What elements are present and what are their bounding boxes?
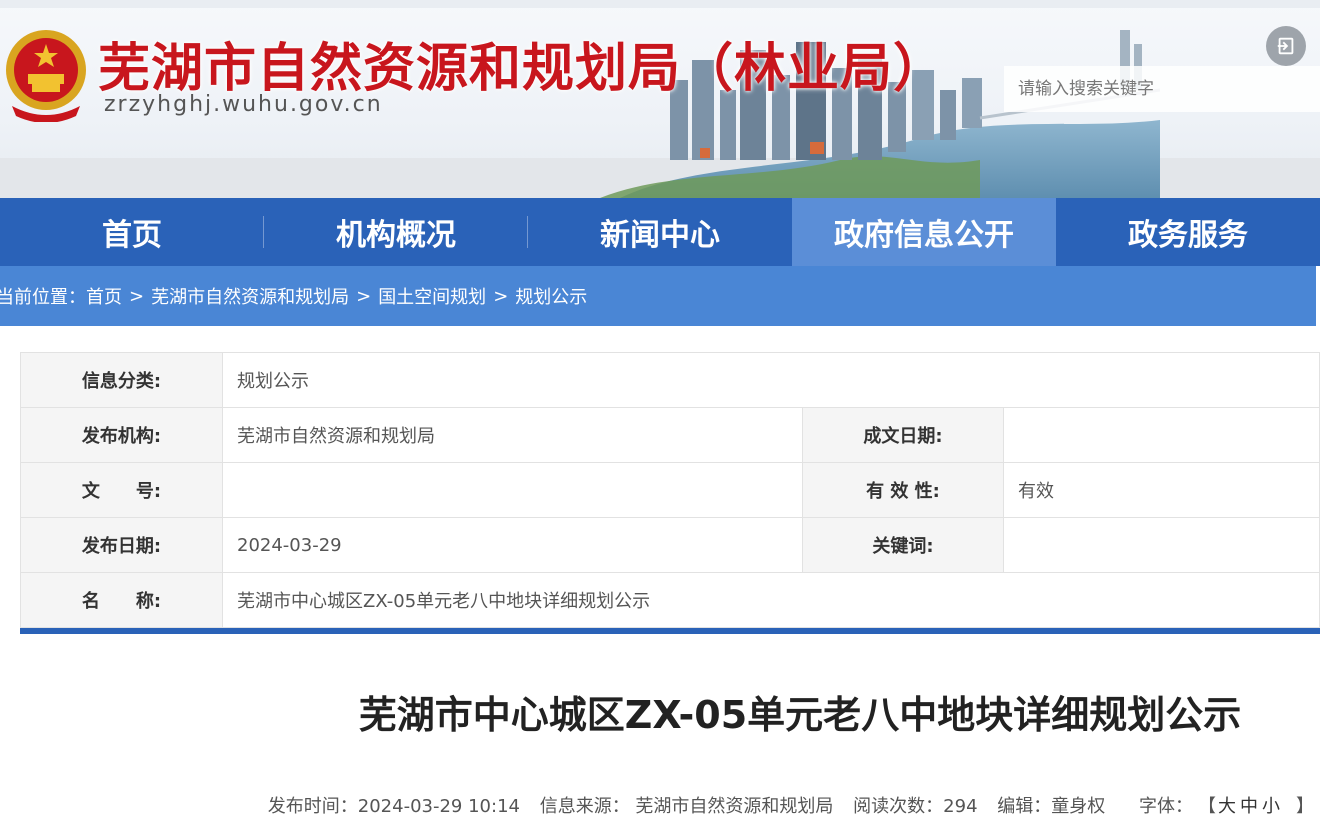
keywords-value xyxy=(1003,517,1320,573)
site-url: zrzyhghj.wuhu.gov.cn xyxy=(104,92,383,117)
nav-item-news[interactable]: 新闻中心 xyxy=(528,198,792,266)
table-row: 名 称: 芜湖市中心城区ZX-05单元老八中地块详细规划公示 xyxy=(20,572,1320,628)
nav-item-label: 新闻中心 xyxy=(600,218,720,253)
table-row: 发布机构: 芜湖市自然资源和规划局 成文日期: xyxy=(20,407,1320,463)
breadcrumb-link-bureau[interactable]: 芜湖市自然资源和规划局 xyxy=(151,283,349,309)
publisher-value: 芜湖市自然资源和规划局 xyxy=(222,407,803,463)
breadcrumb-separator: > xyxy=(493,285,509,307)
doc-number-label: 文 号: xyxy=(20,462,223,518)
site-header: 芜湖市自然资源和规划局（林业局） zrzyhghj.wuhu.gov.cn xyxy=(0,0,1320,198)
doc-number-value xyxy=(222,462,803,518)
breadcrumb-separator: > xyxy=(356,285,372,307)
info-table: 信息分类: 规划公示 发布机构: 芜湖市自然资源和规划局 成文日期: 文 号: … xyxy=(20,352,1320,628)
publish-time: 发布时间：2024-03-29 10:14 xyxy=(267,796,520,817)
validity-value: 有效 xyxy=(1003,462,1320,518)
exit-button[interactable] xyxy=(1266,26,1306,66)
publish-date-value: 2024-03-29 xyxy=(222,517,803,573)
font-size-label: 字体： xyxy=(1139,796,1193,817)
nav-item-label: 机构概况 xyxy=(336,218,456,253)
nav-item-home[interactable]: 首页 xyxy=(0,198,264,266)
editor: 编辑：童身权 xyxy=(997,796,1106,817)
info-table-divider xyxy=(20,628,1320,634)
article-title: 芜湖市中心城区ZX-05单元老八中地块详细规划公示 xyxy=(358,693,1242,737)
breadcrumb-link-planning[interactable]: 国土空间规划 xyxy=(378,283,486,309)
table-row: 文 号: 有 效 性: 有效 xyxy=(20,462,1320,518)
category-label: 信息分类: xyxy=(20,352,223,408)
nav-item-organization[interactable]: 机构概况 xyxy=(264,198,528,266)
site-title: 芜湖市自然资源和规划局（林业局） xyxy=(98,39,947,99)
nav-item-gov-info[interactable]: 政府信息公开 xyxy=(792,198,1056,266)
name-value: 芜湖市中心城区ZX-05单元老八中地块详细规划公示 xyxy=(222,572,1320,628)
breadcrumb-prefix: 当前位置： xyxy=(0,287,86,308)
top-strip xyxy=(0,0,1320,8)
name-label: 名 称: xyxy=(20,572,223,628)
main-nav: 首页 机构概况 新闻中心 政府信息公开 政务服务 xyxy=(0,198,1320,266)
search-input[interactable] xyxy=(1004,66,1320,112)
font-size-small-link[interactable]: 小 xyxy=(1262,796,1280,817)
article-meta: 发布时间：2024-03-29 10:14 信息来源： 芜湖市自然资源和规划局 … xyxy=(0,792,1320,818)
exit-icon xyxy=(1277,37,1294,55)
font-bracket-close: 】 xyxy=(1296,796,1314,817)
table-row: 信息分类: 规划公示 xyxy=(20,352,1320,408)
keywords-label: 关键词: xyxy=(802,517,1004,573)
category-value: 规划公示 xyxy=(222,352,1320,408)
nav-item-label: 政府信息公开 xyxy=(834,218,1014,253)
breadcrumb-link-notice[interactable]: 规划公示 xyxy=(515,283,587,309)
publisher-label: 发布机构: xyxy=(20,407,223,463)
table-row: 发布日期: 2024-03-29 关键词: xyxy=(20,517,1320,573)
font-bracket-open: 【 xyxy=(1207,796,1216,817)
nav-item-services[interactable]: 政务服务 xyxy=(1056,198,1320,266)
created-date-value xyxy=(1003,407,1320,463)
breadcrumb-link-home[interactable]: 首页 xyxy=(86,283,122,309)
font-size-medium-link[interactable]: 中 xyxy=(1240,796,1258,817)
view-count: 阅读次数：294 xyxy=(853,796,978,817)
publish-date-label: 发布日期: xyxy=(20,517,223,573)
nav-item-label: 政务服务 xyxy=(1128,218,1248,253)
font-size-large-link[interactable]: 大 xyxy=(1218,796,1236,817)
validity-label: 有 效 性: xyxy=(802,462,1004,518)
nav-item-label: 首页 xyxy=(102,218,162,253)
breadcrumb-separator: > xyxy=(129,285,145,307)
font-size-switcher: 字体： 【大中小】 xyxy=(1125,796,1314,817)
info-source: 信息来源： 芜湖市自然资源和规划局 xyxy=(539,796,834,817)
created-date-label: 成文日期: xyxy=(802,407,1004,463)
breadcrumb: 当前位置： 首页 > 芜湖市自然资源和规划局 > 国土空间规划 > 规划公示 xyxy=(0,266,1316,326)
national-emblem-icon xyxy=(2,26,90,123)
